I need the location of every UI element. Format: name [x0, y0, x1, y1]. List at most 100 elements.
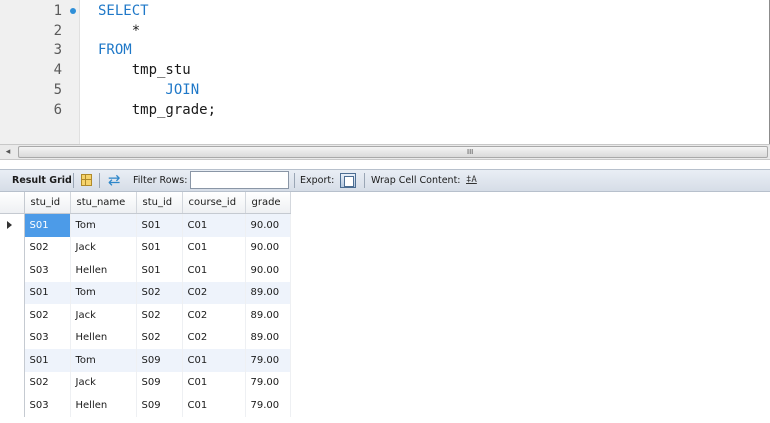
- grid-view-icon[interactable]: [81, 174, 92, 186]
- cell-stu-id[interactable]: S01: [24, 213, 71, 237]
- table-row[interactable]: S01 Tom S01 C01 90.00: [0, 213, 291, 237]
- sql-keyword[interactable]: SELECT: [98, 1, 149, 21]
- cell-stu-id-2[interactable]: S09: [136, 349, 183, 372]
- cell-stu-id-2[interactable]: S01: [136, 213, 183, 237]
- column-header-course-id[interactable]: course_id: [182, 192, 246, 214]
- sql-text[interactable]: *: [98, 21, 140, 41]
- row-header[interactable]: [0, 394, 25, 417]
- filter-rows-input[interactable]: [190, 171, 289, 189]
- code-line[interactable]: 6 tmp_grade;: [0, 100, 770, 120]
- cell-course-id[interactable]: C02: [182, 326, 246, 349]
- code-line[interactable]: 5 JOIN: [0, 80, 770, 100]
- cell-stu-id-2[interactable]: S01: [136, 259, 183, 282]
- cell-stu-name[interactable]: Jack: [70, 371, 137, 394]
- cell-stu-id[interactable]: S03: [24, 259, 71, 282]
- row-header[interactable]: [0, 281, 25, 304]
- cell-course-id[interactable]: C01: [182, 394, 246, 417]
- cell-stu-id-2[interactable]: S02: [136, 281, 183, 304]
- cell-stu-id[interactable]: S02: [24, 304, 71, 327]
- cell-course-id[interactable]: C01: [182, 259, 246, 282]
- refresh-icon[interactable]: ⇄: [108, 172, 121, 189]
- sql-keyword[interactable]: JOIN: [98, 80, 199, 100]
- cell-grade[interactable]: 79.00: [245, 349, 291, 372]
- code-line[interactable]: 3 FROM: [0, 40, 770, 60]
- sql-editor[interactable]: 1 SELECT 2 * 3 FROM 4 tmp_stu 5 JOIN 6 tmp_grad…: [0, 0, 770, 144]
- cell-stu-id[interactable]: S02: [24, 371, 71, 394]
- cell-stu-id-2[interactable]: S09: [136, 371, 183, 394]
- table-row[interactable]: S03 Hellen S02 C02 89.00: [0, 326, 291, 349]
- cell-stu-name[interactable]: Tom: [70, 281, 137, 304]
- cell-course-id[interactable]: C01: [182, 349, 246, 372]
- sql-text[interactable]: tmp_grade;: [98, 100, 216, 120]
- row-header[interactable]: [0, 326, 25, 349]
- toolbar-separator: [364, 173, 365, 188]
- cell-course-id[interactable]: C01: [182, 213, 246, 237]
- cell-grade[interactable]: 89.00: [245, 304, 291, 327]
- table-row[interactable]: S01 Tom S09 C01 79.00: [0, 349, 291, 372]
- cell-grade[interactable]: 79.00: [245, 394, 291, 417]
- wrap-cell-content-label: Wrap Cell Content:: [371, 175, 461, 186]
- code-line[interactable]: 1 SELECT: [0, 1, 770, 21]
- row-header[interactable]: [0, 259, 25, 282]
- table-row[interactable]: S03 Hellen S09 C01 79.00: [0, 394, 291, 417]
- code-line[interactable]: 2 *: [0, 21, 770, 41]
- statement-marker-icon: [70, 8, 76, 14]
- cell-stu-name[interactable]: Hellen: [70, 259, 137, 282]
- cell-grade[interactable]: 79.00: [245, 371, 291, 394]
- row-header[interactable]: [0, 371, 25, 394]
- cell-stu-id-2[interactable]: S02: [136, 326, 183, 349]
- table-row[interactable]: S01 Tom S02 C02 89.00: [0, 281, 291, 304]
- result-grid-tab[interactable]: Result Grid: [12, 170, 72, 191]
- table-row[interactable]: S02 Jack S09 C01 79.00: [0, 371, 291, 394]
- cell-stu-name[interactable]: Tom: [70, 349, 137, 372]
- cell-course-id[interactable]: C02: [182, 281, 246, 304]
- column-header-stu-name[interactable]: stu_name: [70, 192, 137, 214]
- cell-grade[interactable]: 89.00: [245, 281, 291, 304]
- result-toolbar: Result Grid ⇄ Filter Rows: Export: Wrap …: [0, 169, 770, 192]
- cell-course-id[interactable]: C01: [182, 236, 246, 259]
- column-header-stu-id[interactable]: stu_id: [24, 192, 71, 214]
- sql-keyword[interactable]: FROM: [98, 40, 132, 60]
- row-header[interactable]: [0, 349, 25, 372]
- cell-course-id[interactable]: C01: [182, 371, 246, 394]
- line-number: 5: [53, 82, 62, 98]
- panel-divider[interactable]: [0, 160, 770, 169]
- cell-grade[interactable]: 90.00: [245, 236, 291, 259]
- cell-stu-id[interactable]: S03: [24, 394, 71, 417]
- cell-course-id[interactable]: C02: [182, 304, 246, 327]
- cell-stu-id-2[interactable]: S01: [136, 236, 183, 259]
- cell-stu-id[interactable]: S01: [24, 349, 71, 372]
- cell-stu-id[interactable]: S03: [24, 326, 71, 349]
- row-header[interactable]: [0, 213, 25, 237]
- cell-grade[interactable]: 90.00: [245, 259, 291, 282]
- toolbar-separator: [99, 173, 100, 188]
- cell-stu-id[interactable]: S02: [24, 236, 71, 259]
- cell-stu-id-2[interactable]: S09: [136, 394, 183, 417]
- column-header-stu-id-2[interactable]: stu_id: [136, 192, 183, 214]
- table-row[interactable]: S03 Hellen S01 C01 90.00: [0, 259, 291, 282]
- row-header[interactable]: [0, 304, 25, 327]
- current-row-pointer-icon: [7, 221, 12, 229]
- table-row[interactable]: S02 Jack S01 C01 90.00: [0, 236, 291, 259]
- cell-stu-id-2[interactable]: S02: [136, 304, 183, 327]
- cell-grade[interactable]: 90.00: [245, 213, 291, 237]
- cell-stu-name[interactable]: Tom: [70, 213, 137, 237]
- editor-horizontal-scrollbar[interactable]: ◂ III: [0, 144, 770, 160]
- cell-stu-name[interactable]: Hellen: [70, 326, 137, 349]
- cell-stu-name[interactable]: Hellen: [70, 394, 137, 417]
- scroll-left-arrow-icon[interactable]: ◂: [2, 146, 14, 158]
- cell-grade[interactable]: 89.00: [245, 326, 291, 349]
- cell-stu-name[interactable]: Jack: [70, 236, 137, 259]
- sql-text[interactable]: tmp_stu: [98, 60, 191, 80]
- column-header-grade[interactable]: grade: [245, 192, 291, 214]
- code-line[interactable]: 4 tmp_stu: [0, 60, 770, 80]
- cell-stu-id[interactable]: S01: [24, 281, 71, 304]
- row-header[interactable]: [0, 236, 25, 259]
- export-label: Export:: [300, 175, 335, 186]
- line-number: 3: [53, 42, 62, 58]
- cell-stu-name[interactable]: Jack: [70, 304, 137, 327]
- wrap-cell-content-icon[interactable]: ‡A: [466, 170, 477, 191]
- scrollbar-thumb[interactable]: III: [18, 146, 768, 158]
- export-icon[interactable]: [340, 173, 356, 188]
- table-row[interactable]: S02 Jack S02 C02 89.00: [0, 304, 291, 327]
